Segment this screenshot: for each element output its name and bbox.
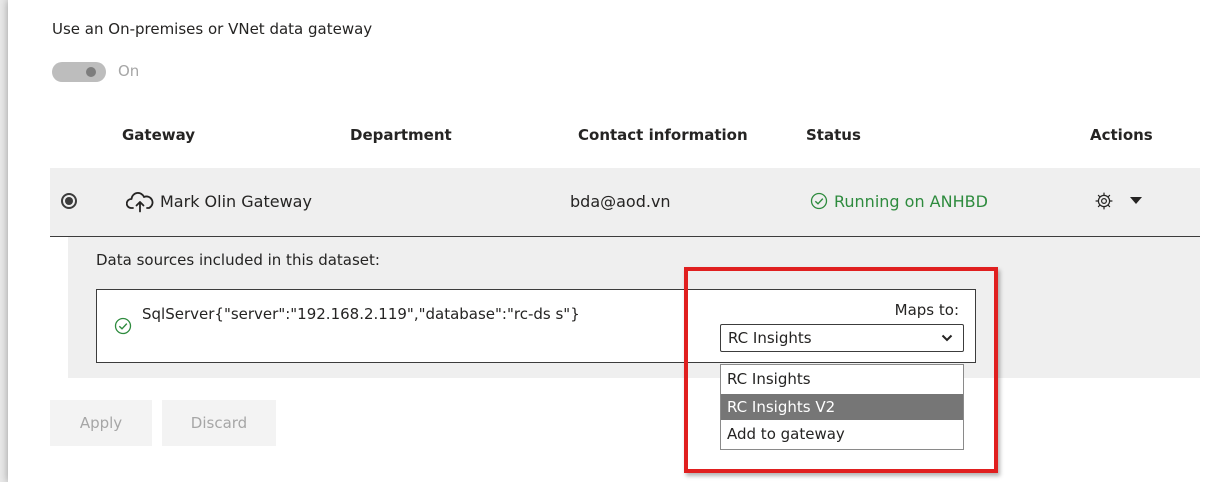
discard-button[interactable]: Discard (162, 400, 276, 446)
data-source-text: SqlServer{"server":"192.168.2.119","data… (142, 305, 580, 323)
gateway-status: Running on ANHBD (834, 192, 988, 211)
toggle-knob (86, 67, 96, 77)
gateway-toggle[interactable] (52, 62, 106, 82)
column-header-status: Status (806, 126, 861, 144)
gateway-radio-button[interactable] (61, 193, 77, 209)
check-circle-icon (810, 192, 828, 210)
cloud-upload-icon (126, 192, 154, 213)
gateway-section-label: Use an On-premises or VNet data gateway (52, 20, 373, 38)
column-header-gateway: Gateway (122, 126, 196, 144)
caret-down-icon[interactable] (1130, 197, 1142, 204)
column-header-actions: Actions (1090, 126, 1153, 144)
gateway-name: Mark Olin Gateway (160, 192, 312, 211)
toggle-state-text: On (118, 62, 140, 80)
column-header-contact: Contact information (578, 126, 748, 144)
column-header-department: Department (350, 126, 452, 144)
gateway-settings-panel: Use an On-premises or VNet data gateway … (8, 0, 1206, 482)
check-circle-icon (114, 317, 132, 335)
gear-icon[interactable] (1094, 191, 1114, 211)
apply-button[interactable]: Apply (50, 400, 152, 446)
highlight-annotation-box (684, 267, 998, 473)
data-sources-label: Data sources included in this dataset: (96, 251, 380, 269)
gateway-contact: bda@aod.vn (570, 192, 671, 211)
